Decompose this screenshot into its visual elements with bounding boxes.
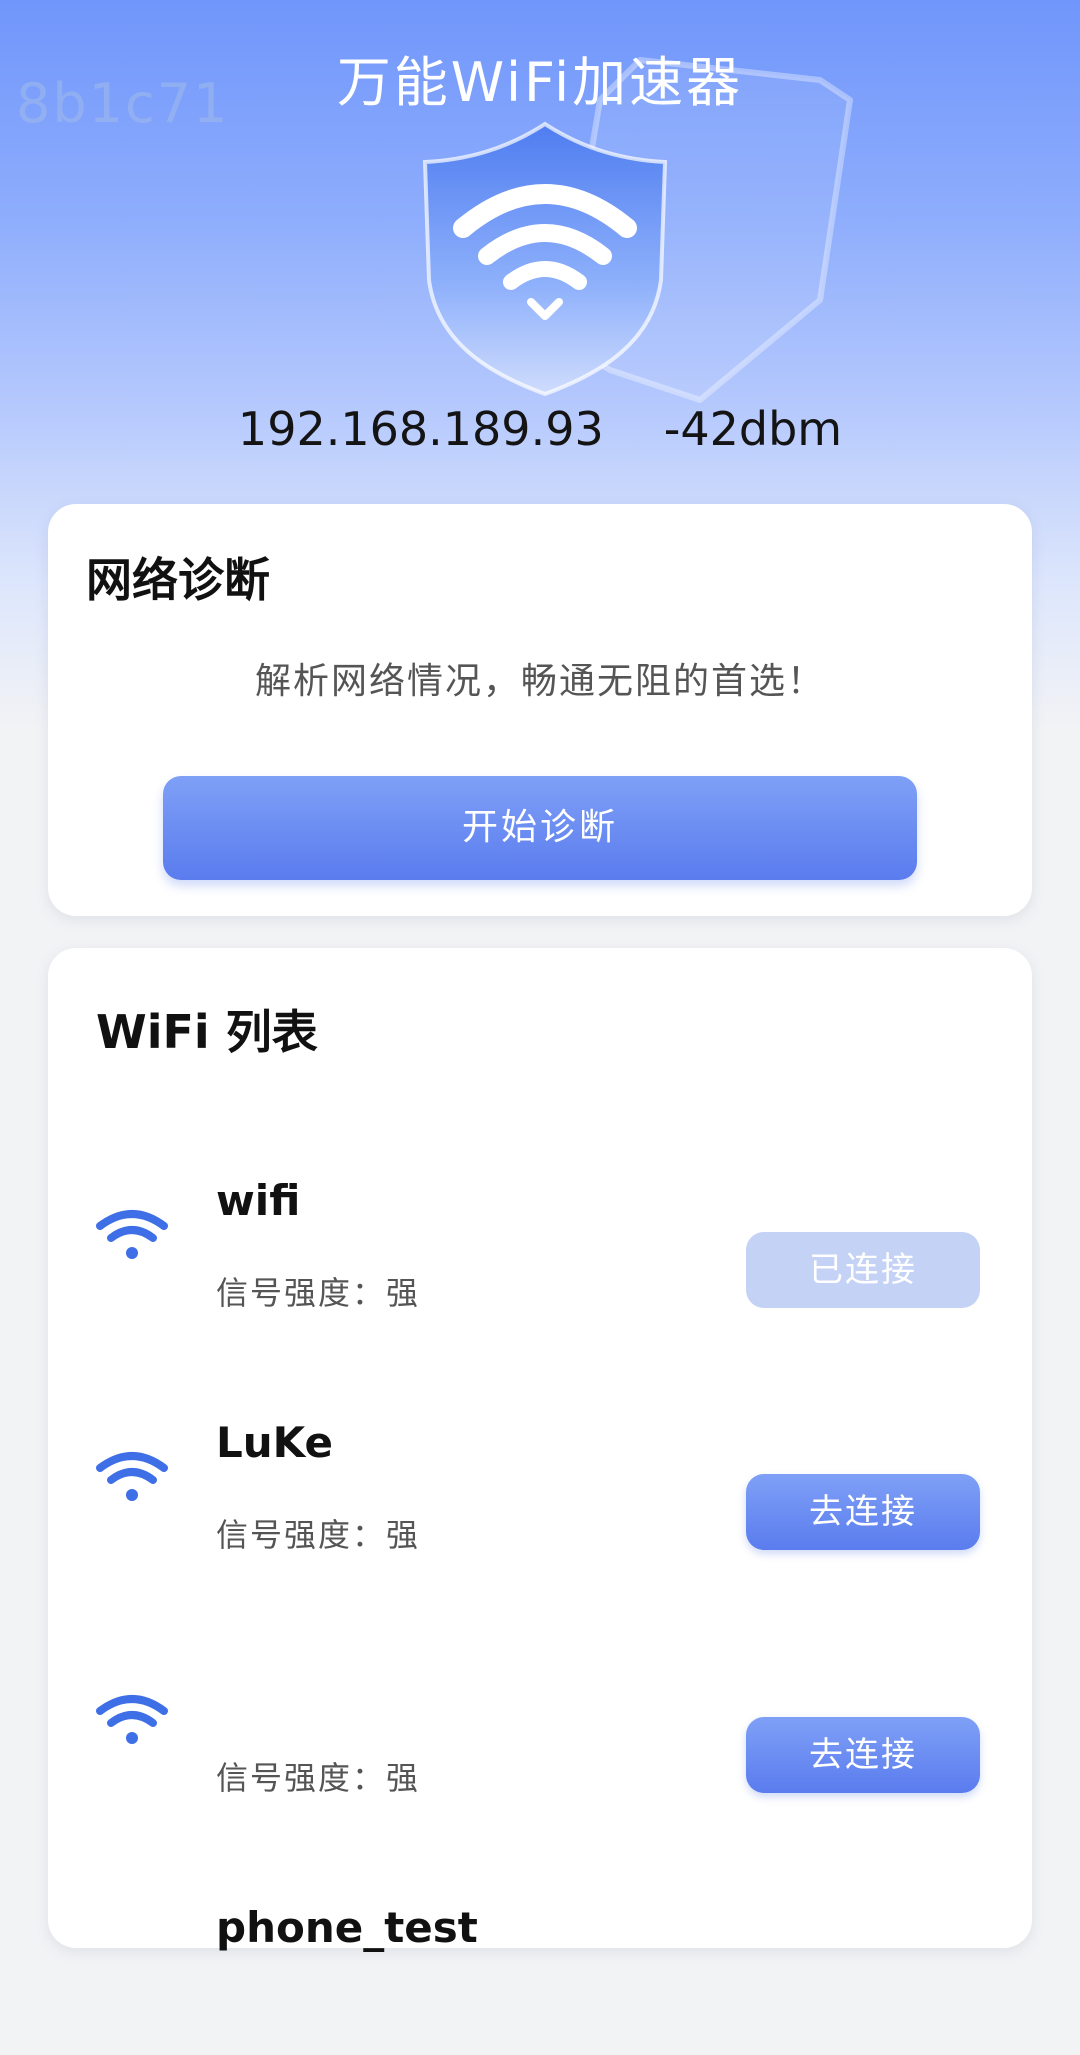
ip-address: 192.168.189.93 [237, 402, 604, 456]
connect-button[interactable]: 去连接 [746, 1717, 980, 1793]
start-diagnosis-button[interactable]: 开始诊断 [163, 776, 917, 880]
wifi-signal-strength: 信号强度：强 [216, 1759, 421, 1797]
wifi-ssid: LuKe [216, 1418, 333, 1467]
connected-button[interactable]: 已连接 [746, 1232, 980, 1308]
wifi-list-card: WiFi 列表 wifi 信号强度：强 已连接 LuKe 信号强度：强 去连接 [48, 948, 1032, 1952]
wifi-list-title: WiFi 列表 [96, 1005, 318, 1059]
wifi-list-item[interactable]: wifi 信号强度：强 已连接 [48, 1128, 1032, 1328]
wifi-list-item[interactable]: LuKe 信号强度：强 去连接 [48, 1370, 1032, 1570]
network-status-row: 192.168.189.93 -42dbm [0, 402, 1080, 456]
signal-dbm: -42dbm [663, 402, 843, 456]
wifi-list-item[interactable]: phone_test [48, 1855, 1032, 2055]
wifi-icon [96, 1452, 168, 1501]
wifi-signal-strength: 信号强度：强 [216, 1274, 421, 1312]
wifi-ssid: phone_test [216, 1903, 478, 1952]
wifi-list-item[interactable]: 信号强度：强 去连接 [48, 1613, 1032, 1813]
wifi-signal-strength: 信号强度：强 [216, 1516, 421, 1554]
wifi-icon [96, 1695, 168, 1744]
network-diagnosis-card: 网络诊断 解析网络情况，畅通无阻的首选！ 开始诊断 [48, 504, 1032, 916]
connect-button[interactable]: 去连接 [746, 1474, 980, 1550]
diagnosis-title: 网络诊断 [86, 553, 270, 607]
wifi-ssid: wifi [216, 1176, 301, 1225]
shield-wifi-icon [395, 110, 695, 410]
diagnosis-subtitle: 解析网络情况，畅通无阻的首选！ [254, 661, 825, 702]
wifi-icon [96, 1210, 168, 1259]
